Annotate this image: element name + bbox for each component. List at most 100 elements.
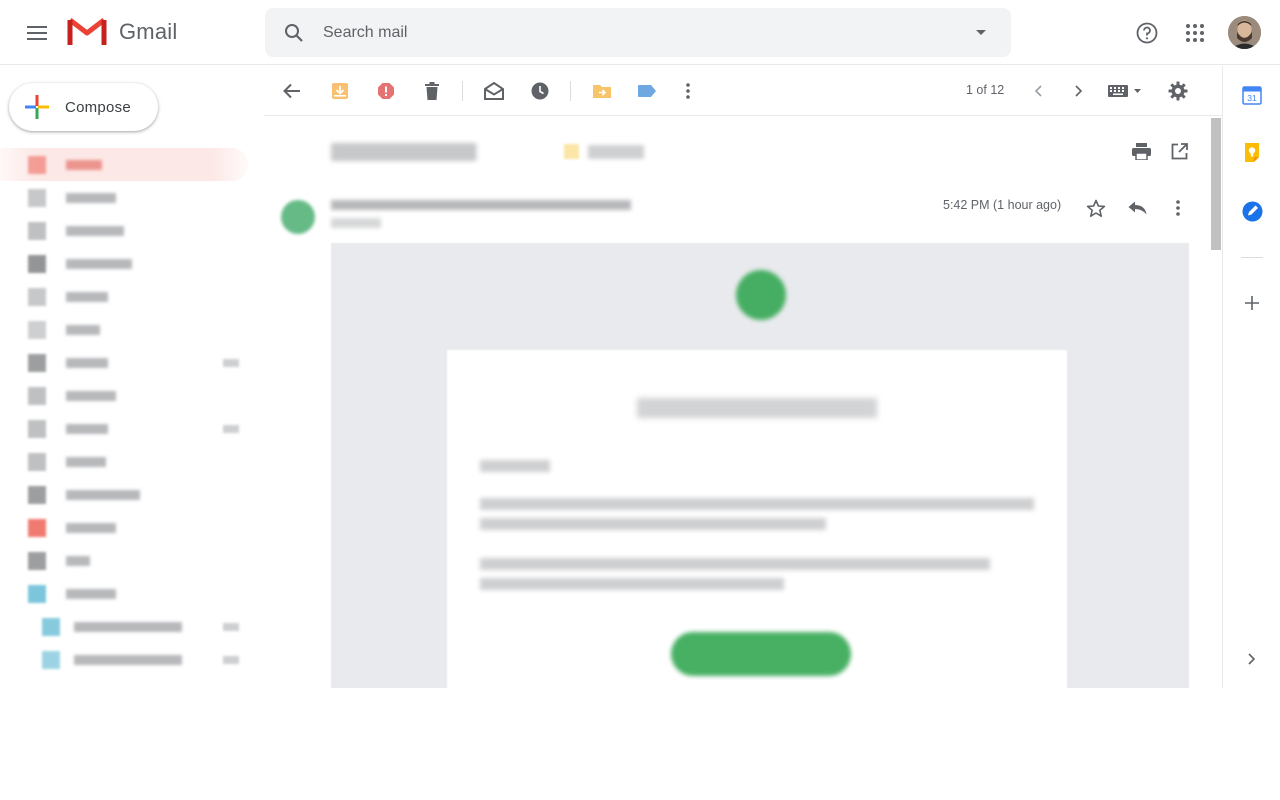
main-menu-icon bbox=[27, 26, 47, 40]
older-button[interactable] bbox=[1059, 71, 1099, 111]
nav-item-sublabel-1[interactable] bbox=[0, 610, 264, 643]
calendar-button[interactable]: 31 bbox=[1234, 77, 1270, 113]
nav-item-label bbox=[66, 357, 108, 368]
compose-button[interactable]: Compose bbox=[9, 83, 158, 131]
clock-icon bbox=[531, 82, 549, 100]
nav-item-scheduled[interactable] bbox=[0, 313, 264, 346]
label-icon bbox=[42, 650, 60, 669]
nav-item-label bbox=[66, 390, 116, 401]
archive-button[interactable] bbox=[320, 71, 360, 111]
clock-icon bbox=[28, 221, 46, 240]
mark-unread-button[interactable] bbox=[474, 71, 514, 111]
nav-item-label-teal[interactable] bbox=[0, 577, 264, 610]
nav-item-sent[interactable] bbox=[0, 280, 264, 313]
newer-button[interactable] bbox=[1018, 71, 1058, 111]
chevron-right-icon bbox=[1248, 653, 1256, 665]
trash-icon bbox=[425, 82, 439, 100]
print-icon bbox=[1131, 142, 1151, 160]
more-actions-button[interactable] bbox=[668, 71, 708, 111]
account-avatar[interactable] bbox=[1228, 16, 1261, 49]
nav-item-inbox[interactable] bbox=[0, 148, 248, 181]
nav-item-starred[interactable] bbox=[0, 181, 264, 214]
email-cta-button[interactable] bbox=[671, 632, 851, 676]
reply-button[interactable] bbox=[1119, 190, 1155, 226]
nav-item-count bbox=[223, 622, 239, 631]
message-subject bbox=[331, 143, 566, 161]
email-body bbox=[331, 243, 1189, 688]
nav-item-label-red[interactable] bbox=[0, 511, 264, 544]
search-icon[interactable] bbox=[265, 23, 323, 43]
nav-item-label bbox=[66, 423, 108, 434]
message-more-button[interactable] bbox=[1160, 190, 1196, 226]
sender-avatar[interactable] bbox=[281, 200, 315, 234]
input-tools-button[interactable] bbox=[1102, 71, 1148, 111]
folder-move-icon bbox=[593, 85, 611, 98]
help-icon[interactable] bbox=[1127, 13, 1167, 53]
nav-item-important[interactable] bbox=[0, 247, 264, 280]
open-in-new-icon bbox=[1171, 142, 1188, 159]
nav-item-spam[interactable] bbox=[0, 412, 264, 445]
category-icon bbox=[28, 485, 46, 504]
gmail-app: Gmail Search mail Compose 1 of 12 5:42 P… bbox=[0, 0, 1280, 688]
snooze-button[interactable] bbox=[520, 71, 560, 111]
open-new-window-button[interactable] bbox=[1161, 133, 1197, 169]
nav-item-label bbox=[66, 588, 116, 599]
reading-pane-scrollbar[interactable] bbox=[1210, 116, 1222, 688]
tasks-button[interactable] bbox=[1234, 193, 1270, 229]
calendar-icon: 31 bbox=[1242, 86, 1262, 105]
star-icon bbox=[28, 188, 46, 207]
nav-item-snoozed[interactable] bbox=[0, 214, 264, 247]
pagination-text: 1 of 12 bbox=[966, 83, 1005, 97]
label-icon bbox=[28, 584, 46, 603]
side-panel: 31 bbox=[1222, 66, 1280, 688]
report-spam-icon bbox=[378, 83, 394, 99]
labels-button[interactable] bbox=[627, 71, 667, 111]
nav-item-trash[interactable] bbox=[0, 445, 264, 478]
gmail-logo[interactable]: Gmail bbox=[67, 17, 177, 47]
settings-button[interactable] bbox=[1158, 71, 1198, 111]
folder-list bbox=[0, 148, 264, 676]
nav-item-label-gray[interactable] bbox=[0, 544, 264, 577]
star-button[interactable] bbox=[1078, 190, 1114, 226]
search-options-icon[interactable] bbox=[951, 29, 1011, 37]
back-button[interactable] bbox=[272, 71, 312, 111]
move-to-button[interactable] bbox=[582, 71, 622, 111]
keep-button[interactable] bbox=[1234, 134, 1270, 170]
recipient-line[interactable] bbox=[331, 218, 381, 228]
archive-icon bbox=[332, 83, 348, 99]
inbox-label-chip[interactable] bbox=[588, 145, 644, 159]
nav-item-label bbox=[66, 192, 116, 203]
show-side-panel-button[interactable] bbox=[1234, 641, 1270, 677]
nav-item-drafts[interactable] bbox=[0, 346, 264, 379]
message-timestamp: 5:42 PM (1 hour ago) bbox=[943, 198, 1062, 212]
top-header: Gmail bbox=[0, 0, 1280, 65]
toolbar-divider bbox=[570, 81, 571, 101]
nav-item-label bbox=[66, 489, 140, 500]
search-bar[interactable] bbox=[265, 8, 1011, 57]
nav-item-count bbox=[223, 424, 239, 433]
apps-icon[interactable] bbox=[1175, 13, 1215, 53]
star-outline-icon bbox=[1086, 199, 1106, 217]
report-spam-button[interactable] bbox=[366, 71, 406, 111]
nav-item-sublabel-2[interactable] bbox=[0, 643, 264, 676]
gear-icon bbox=[1168, 81, 1188, 101]
nav-item-count bbox=[223, 358, 239, 367]
print-button[interactable] bbox=[1123, 133, 1159, 169]
nav-item-label bbox=[66, 555, 90, 566]
sender-name[interactable] bbox=[331, 200, 631, 210]
calendar-day: 31 bbox=[1247, 93, 1257, 103]
main-menu-button[interactable] bbox=[17, 13, 57, 53]
search-input[interactable] bbox=[323, 23, 951, 42]
label-icon bbox=[28, 518, 46, 537]
nav-item-all-mail[interactable] bbox=[0, 379, 264, 412]
delete-button[interactable] bbox=[412, 71, 452, 111]
important-marker[interactable] bbox=[564, 144, 579, 159]
label-icon bbox=[28, 551, 46, 570]
email-paragraph-line bbox=[480, 518, 826, 530]
schedule-icon bbox=[28, 320, 46, 339]
email-paragraph-line bbox=[480, 558, 990, 570]
get-addons-button[interactable] bbox=[1234, 285, 1270, 321]
scrollbar-thumb[interactable] bbox=[1211, 118, 1221, 250]
nav-item-categories[interactable] bbox=[0, 478, 264, 511]
send-icon bbox=[28, 287, 46, 306]
